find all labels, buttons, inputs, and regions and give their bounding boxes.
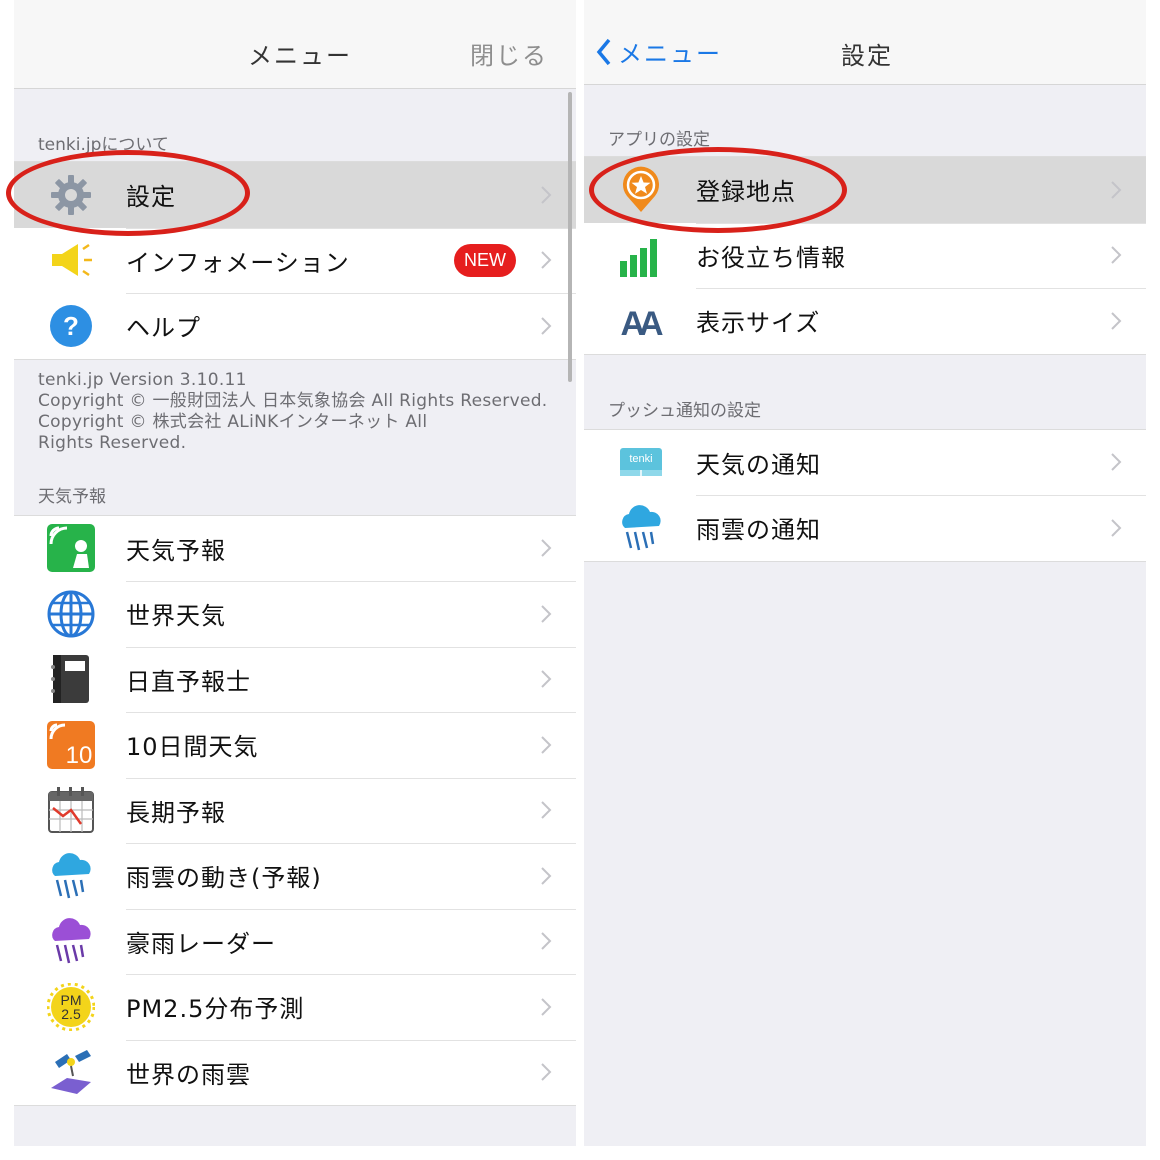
chevron-right-icon (541, 605, 552, 623)
settings-item-label: 雨雲の通知 (696, 516, 821, 545)
menu-item-world-rain[interactable]: 世界の雨雲 (14, 1039, 576, 1106)
menu-item-pm25[interactable]: PM 2.5 PM2.5分布予測 (14, 974, 576, 1040)
font-size-icon: AA (616, 296, 666, 346)
menu-item-label: インフォメーション (126, 248, 350, 277)
settings-item-useful-info[interactable]: お役立ち情報 (584, 222, 1146, 289)
settings-navbar: メニュー 設定 (584, 0, 1146, 85)
settings-item-display-size[interactable]: AA 表示サイズ (584, 288, 1146, 354)
menu-item-world-weather[interactable]: 世界天気 (14, 581, 576, 647)
satellite-icon (46, 1047, 96, 1097)
menu-item-label: PM2.5分布予測 (126, 995, 305, 1024)
chevron-right-icon (541, 1063, 552, 1081)
menu-content: tenki.jpについて 設定 インフォメーション NEW ? ヘルプ tenk… (14, 89, 576, 1146)
chevron-right-icon (541, 801, 552, 819)
menu-navbar: メニュー 閉じる (14, 0, 576, 89)
rain-cloud-icon (46, 851, 96, 901)
settings-item-rain-notification[interactable]: 雨雲の通知 (584, 495, 1146, 561)
back-button-label: メニュー (618, 40, 722, 68)
rain-cloud-icon (616, 503, 666, 553)
chevron-right-icon (1111, 312, 1122, 330)
scrollbar[interactable] (568, 92, 572, 382)
tenki-forecast-icon (46, 523, 96, 573)
copyright-text: Copyright © 株式会社 ALiNKインターネット All (38, 411, 428, 432)
section-header-push: プッシュ通知の設定 (608, 400, 761, 421)
ten-day-icon-text: 10 (66, 742, 93, 769)
highlight-ellipse (6, 150, 250, 236)
copyright-text: Copyright © 一般財団法人 日本気象協会 All Rights Res… (38, 390, 548, 411)
menu-item-label: 世界の雨雲 (126, 1060, 251, 1089)
menu-item-label: 日直予報士 (126, 667, 251, 696)
menu-item-10day[interactable]: 10 10日間天気 (14, 712, 576, 778)
copyright-text: Rights Reserved. (38, 432, 187, 453)
chevron-right-icon (541, 251, 552, 269)
chevron-right-icon (541, 670, 552, 688)
chevron-right-icon (1111, 519, 1122, 537)
close-button[interactable]: 閉じる (470, 36, 548, 71)
settings-item-weather-notification[interactable]: tenki 天気の通知 (584, 430, 1146, 496)
menu-item-label: 長期予報 (126, 798, 226, 827)
menu-item-label: 豪雨レーダー (126, 929, 276, 958)
menu-item-rain-cloud[interactable]: 雨雲の動き(予報) (14, 843, 576, 909)
menu-item-label: 10日間天気 (126, 733, 259, 762)
chevron-right-icon (541, 186, 552, 204)
push-settings-group: tenki 天気の通知 雨雲の通知 (584, 428, 1146, 562)
menu-item-long-range[interactable]: 長期予報 (14, 777, 576, 844)
heavy-rain-icon (46, 916, 96, 966)
settings-item-label: お役立ち情報 (696, 243, 846, 272)
tenki-notify-icon: tenki (616, 437, 666, 487)
signal-bars-icon (616, 230, 666, 280)
globe-icon (46, 589, 96, 639)
version-info: tenki.jp Version 3.10.11 Copyright © 一般財… (14, 360, 576, 454)
settings-item-label: 表示サイズ (696, 309, 821, 338)
chevron-right-icon (541, 867, 552, 885)
menu-item-forecast[interactable]: 天気予報 (14, 516, 576, 582)
menu-item-label: 雨雲の動き(予報) (126, 864, 322, 893)
tenki-notify-icon-text: tenki (629, 453, 652, 465)
menu-item-help[interactable]: ? ヘルプ (14, 293, 576, 359)
pm25-icon-text: 2.5 (61, 1006, 81, 1022)
highlight-ellipse (589, 147, 847, 233)
megaphone-icon (46, 235, 96, 285)
chevron-right-icon (1111, 181, 1122, 199)
help-icon: ? (46, 301, 96, 351)
chevron-right-icon (1111, 453, 1122, 471)
menu-item-heavy-rain[interactable]: 豪雨レーダー (14, 908, 576, 975)
chevron-right-icon (541, 317, 552, 335)
calendar-icon (46, 785, 96, 835)
chevron-right-icon (541, 736, 552, 754)
svg-text:?: ? (63, 311, 79, 341)
chevron-right-icon (541, 932, 552, 950)
font-size-icon-text: AA (620, 305, 663, 343)
settings-item-label: 天気の通知 (696, 450, 821, 479)
chevron-right-icon (1111, 246, 1122, 264)
notebook-icon (46, 654, 96, 704)
menu-item-label: 世界天気 (126, 602, 226, 631)
pm25-icon: PM 2.5 (46, 982, 96, 1032)
menu-item-information[interactable]: インフォメーション NEW (14, 227, 576, 294)
page-title: メニュー (248, 42, 352, 70)
new-badge: NEW (454, 243, 516, 277)
back-button[interactable]: メニュー (596, 34, 722, 69)
menu-item-nicchoku[interactable]: 日直予報士 (14, 646, 576, 713)
settings-content: アプリの設定 登録地点 お役立ち情報 AA 表示サイズ プッシュ通知の設定 te… (584, 85, 1146, 1146)
menu-item-label: 天気予報 (126, 536, 226, 565)
forecast-group: 天気予報 世界天気 日直予報士 10 10日間天気 長期予報 雨雲の動き(予報)… (14, 514, 576, 1106)
menu-item-label: ヘルプ (126, 314, 201, 343)
section-header-forecast: 天気予報 (38, 486, 106, 507)
chevron-left-icon (596, 38, 611, 65)
ten-day-icon: 10 (46, 720, 96, 770)
chevron-right-icon (541, 998, 552, 1016)
page-title: 設定 (841, 42, 893, 70)
version-text: tenki.jp Version 3.10.11 (38, 369, 247, 390)
chevron-right-icon (541, 539, 552, 557)
